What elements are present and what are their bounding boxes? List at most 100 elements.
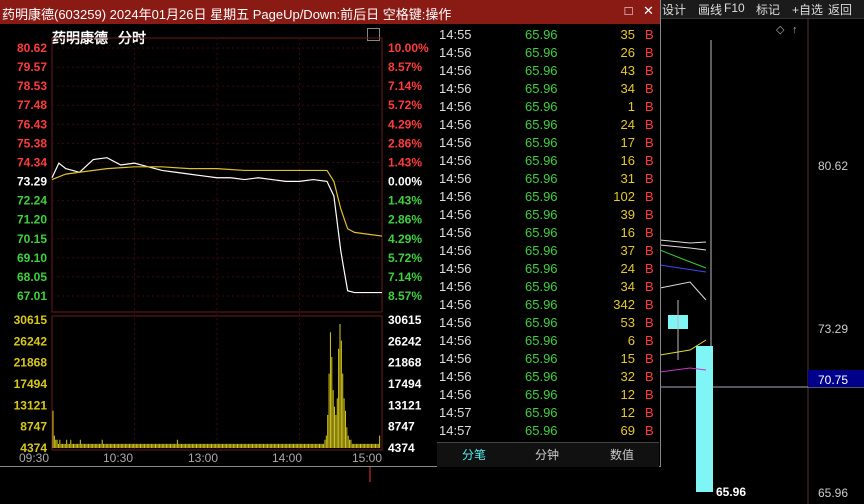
tick-time: 14:56 (439, 333, 472, 348)
maximize-icon[interactable]: □ (622, 4, 635, 17)
tick-row: 14:55 65.96 35 B (437, 26, 659, 44)
tick-row: 14:56 65.96 6 B (437, 332, 659, 350)
price-tick-label: 74.34 (17, 155, 47, 169)
time-tick-label: 10:30 (103, 451, 133, 464)
tick-volume: 31 (620, 171, 635, 186)
tab-values[interactable]: 数值 (610, 446, 634, 463)
tick-volume: 35 (620, 27, 635, 42)
tick-volume: 37 (620, 243, 635, 258)
tick-time: 14:56 (439, 315, 472, 330)
tick-price: 65.96 (525, 117, 558, 132)
pct-tick-label: 2.86% (388, 213, 422, 227)
tick-row: 14:56 65.96 16 B (437, 152, 659, 170)
tick-time: 14:56 (439, 153, 472, 168)
tick-side: B (645, 189, 654, 204)
tick-side: B (645, 63, 654, 78)
pct-tick-label: 0.00% (388, 175, 422, 189)
toolbar-item-4[interactable]: +自选 (792, 1, 823, 18)
price-tick-label: 78.53 (17, 79, 47, 93)
tick-time: 14:57 (439, 423, 472, 438)
tick-side: B (645, 207, 654, 222)
tick-time: 14:56 (439, 297, 472, 312)
tick-volume: 17 (620, 135, 635, 150)
tick-side: B (645, 315, 654, 330)
tick-time: 14:56 (439, 369, 472, 384)
tick-price: 65.96 (525, 405, 558, 420)
tab-ticks[interactable]: 分笔 (462, 446, 486, 463)
tick-price: 65.96 (525, 63, 558, 78)
tick-price: 65.96 (525, 243, 558, 258)
tick-time: 14:56 (439, 171, 472, 186)
pct-tick-label: 10.00% (388, 41, 429, 55)
tick-row: 14:56 65.96 15 B (437, 350, 659, 368)
pct-tick-label: 2.86% (388, 136, 422, 150)
tick-side: B (645, 351, 654, 366)
volume-tick-label-right: 13121 (388, 398, 422, 412)
price-tick-label: 70.15 (17, 232, 47, 246)
pct-tick-label: 8.57% (388, 289, 422, 303)
tick-side: B (645, 423, 654, 438)
tick-time: 14:56 (439, 135, 472, 150)
toolbar-item-1[interactable]: 画线 (698, 1, 722, 18)
bg-candle-down (696, 346, 713, 492)
pct-tick-label: 1.43% (388, 194, 422, 208)
toolbar-item-5[interactable]: 返回 (828, 1, 852, 18)
toolbar-item-0[interactable]: 设计 (662, 1, 686, 18)
tick-volume: 15 (620, 351, 635, 366)
tick-row: 14:56 65.96 12 B (437, 386, 659, 404)
time-tick-label: 14:00 (272, 451, 302, 464)
bg-last-price: 65.96 (716, 485, 746, 499)
volume-tick-label: 17494 (14, 377, 48, 391)
time-tick-label: 15:00 (352, 451, 382, 464)
price-tick-label: 77.48 (17, 98, 47, 112)
bg-ma-white (659, 239, 707, 244)
tick-side: B (645, 171, 654, 186)
tick-time: 14:56 (439, 45, 472, 60)
tick-time: 14:56 (439, 351, 472, 366)
tick-row: 14:56 65.96 102 B (437, 188, 659, 206)
price-tick-label: 71.20 (17, 213, 47, 227)
volume-tick-label-right: 21868 (388, 356, 422, 370)
tick-price: 65.96 (525, 153, 558, 168)
title-bar[interactable]: 药明康德(603259) 2024年01月26日 星期五 PageUp/Down… (0, 0, 660, 24)
tick-row: 14:56 65.96 16 B (437, 224, 659, 242)
tick-row: 14:56 65.96 17 B (437, 134, 659, 152)
toolbar-item-2[interactable]: F10 (724, 1, 745, 15)
tick-volume: 24 (620, 261, 635, 276)
pct-tick-label: 1.43% (388, 155, 422, 169)
tick-row: 14:56 65.96 32 B (437, 368, 659, 386)
close-icon[interactable]: ✕ (642, 4, 655, 17)
tick-price: 65.96 (525, 135, 558, 150)
pct-tick-label: 4.29% (388, 117, 422, 131)
tick-row: 14:56 65.96 34 B (437, 278, 659, 296)
tick-price: 65.96 (525, 261, 558, 276)
tick-row: 14:56 65.96 37 B (437, 242, 659, 260)
tick-time: 14:56 (439, 243, 472, 258)
tick-side: B (645, 279, 654, 294)
tick-volume: 24 (620, 117, 635, 132)
volume-tick-label: 13121 (14, 398, 48, 412)
pct-tick-label: 8.57% (388, 60, 422, 74)
tick-price: 65.96 (525, 99, 558, 114)
tab-minutes[interactable]: 分钟 (535, 446, 559, 463)
tick-side: B (645, 369, 654, 384)
toolbar-item-3[interactable]: 标记 (756, 1, 780, 18)
tick-volume: 34 (620, 81, 635, 96)
tick-side: B (645, 261, 654, 276)
tick-time: 14:56 (439, 81, 472, 96)
tick-volume: 69 (620, 423, 635, 438)
volume-tick-label-right: 26242 (388, 334, 422, 348)
tick-time: 14:55 (439, 27, 472, 42)
pct-tick-label: 7.14% (388, 79, 422, 93)
tick-row: 14:56 65.96 1 B (437, 98, 659, 116)
tick-side: B (645, 27, 654, 42)
tick-side: B (645, 405, 654, 420)
tick-volume: 34 (620, 279, 635, 294)
tick-row: 14:56 65.96 39 B (437, 206, 659, 224)
tick-row: 14:56 65.96 26 B (437, 44, 659, 62)
volume-tick-label: 8747 (20, 420, 47, 434)
bg-price-label: 70.75 (818, 373, 848, 387)
tick-time: 14:56 (439, 279, 472, 294)
tick-time: 14:56 (439, 207, 472, 222)
tick-volume: 102 (613, 189, 635, 204)
